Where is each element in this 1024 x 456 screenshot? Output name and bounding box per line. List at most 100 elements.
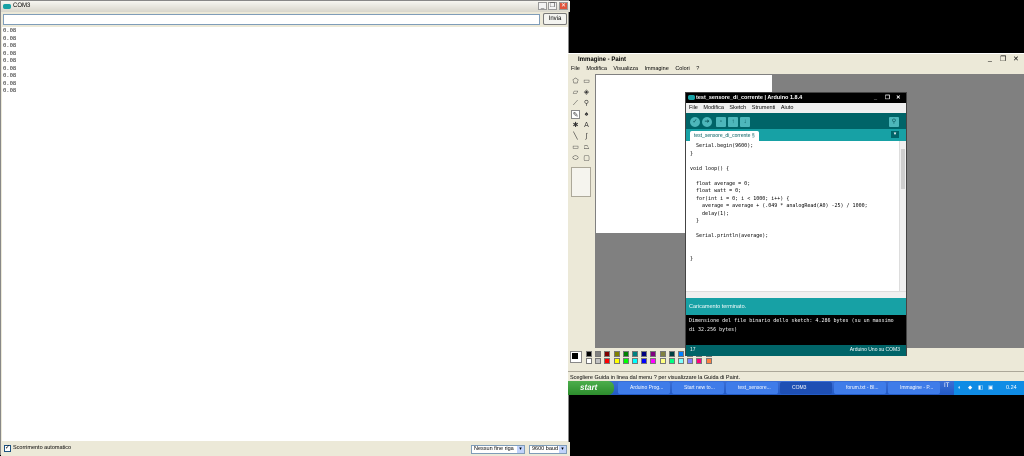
- menu-sketch[interactable]: Sketch: [729, 105, 746, 111]
- color-swatch[interactable]: [632, 351, 638, 357]
- open-icon[interactable]: ↑: [728, 117, 738, 127]
- color-swatch[interactable]: [641, 351, 648, 357]
- start-button[interactable]: start: [568, 381, 614, 395]
- baud-select[interactable]: 9600 baud ▾: [529, 445, 567, 454]
- color-swatch[interactable]: [668, 358, 675, 364]
- color-swatch[interactable]: [595, 351, 602, 357]
- output-line: 0.08: [3, 50, 17, 57]
- tab-sketch[interactable]: test_sensore_di_corrente §: [690, 131, 759, 141]
- verify-icon[interactable]: ✓: [690, 117, 700, 127]
- menu-strumenti[interactable]: Strumenti: [752, 105, 776, 111]
- serial-monitor-icon[interactable]: ⚲: [889, 117, 899, 127]
- task-forum-txt[interactable]: forum.txt - Bl...: [834, 382, 886, 394]
- menu-modifica[interactable]: Modifica: [703, 105, 723, 111]
- ellipse-icon[interactable]: ⬭: [571, 154, 580, 163]
- eraser-icon[interactable]: ▱: [571, 88, 580, 97]
- language-indicator[interactable]: IT: [944, 383, 949, 389]
- task-start-new[interactable]: Start new to...: [672, 382, 724, 394]
- menu-aiuto[interactable]: Aiuto: [781, 105, 794, 111]
- color-swatch[interactable]: [604, 351, 611, 357]
- menu-visualizza[interactable]: Visualizza: [613, 66, 638, 72]
- color-swatch[interactable]: [622, 351, 629, 357]
- serial-output-area[interactable]: 0.08 0.08 0.08 0.08 0.08 0.08 0.08 0.08 …: [2, 27, 568, 441]
- display-icon[interactable]: ▣: [988, 381, 993, 395]
- task-arduino-prog[interactable]: Arduino Prog...: [618, 382, 670, 394]
- serial-send-input[interactable]: [3, 14, 540, 25]
- close-icon[interactable]: ✕: [1013, 55, 1019, 63]
- save-icon[interactable]: ↓: [740, 117, 750, 127]
- tab-menu-icon[interactable]: ▾: [891, 131, 899, 138]
- new-icon[interactable]: ▫: [716, 117, 726, 127]
- color-swatch[interactable]: [687, 358, 694, 364]
- menu-help[interactable]: ?: [696, 66, 699, 72]
- code-editor[interactable]: Serial.begin(9600); } void loop() { floa…: [686, 141, 906, 291]
- color-swatch[interactable]: [622, 358, 629, 364]
- editor-vertical-scrollbar[interactable]: [899, 141, 906, 291]
- menu-file[interactable]: File: [689, 105, 698, 111]
- magnifier-icon[interactable]: ⚲: [582, 99, 591, 108]
- minimize-icon[interactable]: _: [988, 55, 992, 62]
- color-swatch[interactable]: [632, 358, 638, 364]
- menu-file[interactable]: File: [571, 66, 580, 72]
- color-swatch[interactable]: [586, 351, 592, 357]
- fill-icon[interactable]: ◈: [582, 88, 591, 97]
- menu-immagine[interactable]: Immagine: [645, 66, 669, 72]
- color-swatch[interactable]: [641, 358, 648, 364]
- restore-icon[interactable]: ❐: [1000, 55, 1006, 63]
- free-select-icon[interactable]: ⬠: [571, 77, 580, 86]
- minimize-button[interactable]: _: [538, 2, 547, 10]
- rounded-rect-icon[interactable]: ▢: [582, 154, 591, 163]
- color-swatch[interactable]: [678, 358, 684, 364]
- color-swatch[interactable]: [595, 358, 602, 364]
- close-button[interactable]: ✕: [559, 2, 568, 10]
- security-icon[interactable]: ◆: [968, 381, 972, 395]
- rectangle-icon[interactable]: ▭: [571, 143, 580, 152]
- polygon-icon[interactable]: ⏢: [582, 143, 591, 152]
- restore-icon[interactable]: ❐: [885, 93, 890, 103]
- color-swatch[interactable]: [613, 351, 620, 357]
- color-swatch[interactable]: [668, 351, 675, 357]
- color-swatch[interactable]: [650, 351, 657, 357]
- menu-modifica[interactable]: Modifica: [586, 66, 606, 72]
- brush-icon[interactable]: ♠: [582, 110, 591, 119]
- color-swatch[interactable]: [659, 358, 666, 364]
- send-button[interactable]: Invia: [543, 13, 567, 25]
- serial-title-bar: COM3: [1, 1, 570, 12]
- network-icon[interactable]: ◐: [958, 381, 961, 395]
- editor-horizontal-scrollbar[interactable]: [686, 291, 906, 298]
- fg-color: [572, 353, 578, 359]
- ide-title-bar: test_sensore_di_corrente | Arduino 1.8.4…: [686, 93, 906, 103]
- pencil-icon[interactable]: ✎: [571, 110, 580, 119]
- color-swatch[interactable]: [613, 358, 620, 364]
- task-com3[interactable]: COM3: [780, 382, 832, 394]
- color-swatch[interactable]: [586, 358, 592, 364]
- color-swatch[interactable]: [604, 358, 611, 364]
- line-icon[interactable]: ╲: [571, 132, 580, 141]
- picker-icon[interactable]: ⟋: [571, 99, 580, 108]
- current-colors[interactable]: [570, 351, 582, 363]
- color-swatch[interactable]: [696, 358, 703, 364]
- task-test-sensore[interactable]: test_sensore...: [726, 382, 778, 394]
- paint-toolbox: ⬠ ▭ ▱ ◈ ⟋ ⚲ ✎ ♠ ✱ A ╲ ∫ ▭ ⏢ ⬭ ▢: [568, 74, 594, 348]
- color-swatch[interactable]: [678, 351, 684, 357]
- curve-icon[interactable]: ∫: [582, 132, 591, 141]
- close-icon[interactable]: ✕: [896, 93, 901, 103]
- rect-select-icon[interactable]: ▭: [582, 77, 591, 86]
- color-swatch[interactable]: [659, 351, 666, 357]
- line-ending-select[interactable]: Nessun fine riga ▾: [471, 445, 525, 454]
- autoscroll-checkbox[interactable]: ✓: [4, 445, 11, 452]
- color-swatch[interactable]: [650, 358, 657, 364]
- scroll-thumb[interactable]: [901, 149, 905, 189]
- airbrush-icon[interactable]: ✱: [571, 121, 580, 130]
- menu-colori[interactable]: Colori: [675, 66, 689, 72]
- color-swatch[interactable]: [705, 358, 712, 364]
- restore-button[interactable]: ❐: [548, 2, 557, 10]
- task-paint[interactable]: Immagine - P...: [888, 382, 940, 394]
- minimize-icon[interactable]: _: [874, 93, 877, 103]
- ide-console[interactable]: Dimensione del file binario dello sketch…: [686, 315, 906, 345]
- text-icon[interactable]: A: [582, 121, 591, 130]
- clock[interactable]: 0.24: [1006, 381, 1017, 395]
- volume-icon[interactable]: ◧: [978, 381, 983, 395]
- upload-icon[interactable]: ➔: [702, 117, 712, 127]
- tool-options-panel[interactable]: [571, 167, 591, 197]
